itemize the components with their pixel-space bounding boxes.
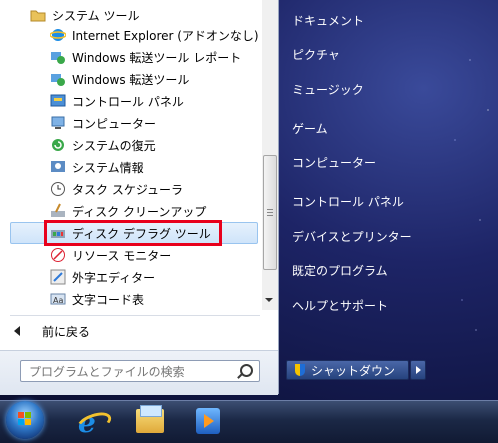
program-item-control-panel[interactable]: コントロール パネル — [50, 90, 184, 112]
transfer-icon — [50, 71, 66, 87]
transfer-icon — [50, 49, 66, 65]
search-icon[interactable] — [240, 364, 253, 377]
back-arrow-icon — [14, 326, 20, 336]
program-label: リソース モニター — [72, 248, 172, 263]
computer-icon — [50, 115, 66, 131]
char-map-icon: Aa — [50, 291, 66, 307]
right-item-pictures[interactable]: ピクチャ — [292, 46, 340, 63]
program-label: 文字コード表 — [72, 292, 145, 307]
control-panel-icon — [50, 93, 66, 109]
program-item-task-scheduler[interactable]: タスク スケジューラ — [50, 178, 183, 200]
taskbar-internet-explorer[interactable]: e — [74, 404, 114, 439]
ie-icon — [49, 27, 67, 43]
divider — [10, 315, 260, 316]
program-label: システム情報 — [72, 160, 144, 175]
program-item-disk-cleanup[interactable]: ディスク クリーンアップ — [50, 200, 206, 222]
program-label: Internet Explorer (アドオンなし) — [72, 28, 259, 43]
program-label: コントロール パネル — [72, 94, 184, 109]
resource-monitor-icon — [50, 247, 66, 263]
taskbar-media-player[interactable] — [190, 404, 226, 438]
program-label: タスク スケジューラ — [72, 182, 183, 197]
right-item-control-panel[interactable]: コントロール パネル — [292, 193, 404, 210]
shutdown-button[interactable]: シャットダウン — [286, 360, 409, 380]
program-item-resource-monitor[interactable]: リソース モニター — [50, 244, 171, 266]
program-item-system-restore[interactable]: システムの復元 — [50, 134, 156, 156]
program-label: コンピューター — [72, 116, 157, 131]
program-item-system-info[interactable]: システム情報 — [50, 156, 144, 178]
windows-logo-icon — [18, 412, 32, 426]
program-label: システムの復元 — [72, 138, 156, 153]
right-item-default-programs[interactable]: 既定のプログラム — [292, 262, 388, 279]
right-item-games[interactable]: ゲーム — [292, 120, 328, 137]
folder-label: システム ツール — [52, 8, 140, 23]
right-item-computer[interactable]: コンピューター — [292, 154, 376, 171]
right-item-help-support[interactable]: ヘルプとサポート — [292, 297, 388, 314]
restore-icon — [50, 137, 66, 153]
program-list-scrollbar[interactable] — [262, 0, 278, 310]
selection-callout-box — [44, 220, 222, 246]
back-button[interactable]: 前に戻る — [14, 320, 90, 342]
start-button[interactable] — [6, 401, 44, 439]
start-menu-left-panel: システム ツール Internet Explorer (アドオンなし) Wind… — [0, 0, 279, 395]
media-player-icon — [196, 408, 220, 434]
program-label: Windows 転送ツール レポート — [72, 50, 242, 65]
search-area — [0, 350, 278, 395]
right-item-music[interactable]: ミュージック — [292, 81, 364, 98]
back-label: 前に戻る — [42, 324, 91, 339]
right-item-documents[interactable]: ドキュメント — [292, 12, 364, 29]
program-item-transfer-report[interactable]: Windows 転送ツール レポート — [50, 46, 241, 68]
folder-icon — [136, 405, 164, 433]
scroll-down-arrow-icon[interactable] — [265, 298, 273, 302]
search-box[interactable] — [20, 360, 260, 382]
program-label: ディスク クリーンアップ — [72, 204, 207, 219]
program-item-char-editor[interactable]: 外字エディター — [50, 266, 155, 288]
clock-icon — [50, 181, 66, 197]
shutdown-options-arrow-icon[interactable] — [410, 360, 426, 380]
disk-cleanup-icon — [50, 203, 66, 219]
uac-shield-icon — [295, 364, 305, 376]
program-item-computer[interactable]: コンピューター — [50, 112, 156, 134]
program-item-char-map[interactable]: Aa 文字コード表 — [50, 288, 144, 310]
scroll-thumb[interactable] — [263, 155, 277, 270]
right-item-devices-printers[interactable]: デバイスとプリンター — [292, 228, 412, 245]
shutdown-label: シャットダウン — [311, 363, 396, 378]
program-list: システム ツール Internet Explorer (アドオンなし) Wind… — [0, 0, 262, 312]
program-label: 外字エディター — [72, 270, 156, 285]
program-item-ie-no-addons[interactable]: Internet Explorer (アドオンなし) — [49, 24, 259, 46]
folder-icon — [30, 7, 46, 23]
program-label: Windows 転送ツール — [72, 72, 190, 87]
svg-text:Aa: Aa — [53, 296, 63, 305]
program-item-transfer[interactable]: Windows 転送ツール — [50, 68, 189, 90]
search-input[interactable] — [27, 362, 231, 382]
folder-system-tools[interactable]: システム ツール — [30, 4, 139, 26]
taskbar-file-explorer[interactable] — [132, 404, 168, 438]
char-editor-icon — [50, 269, 66, 285]
info-icon — [50, 159, 66, 175]
